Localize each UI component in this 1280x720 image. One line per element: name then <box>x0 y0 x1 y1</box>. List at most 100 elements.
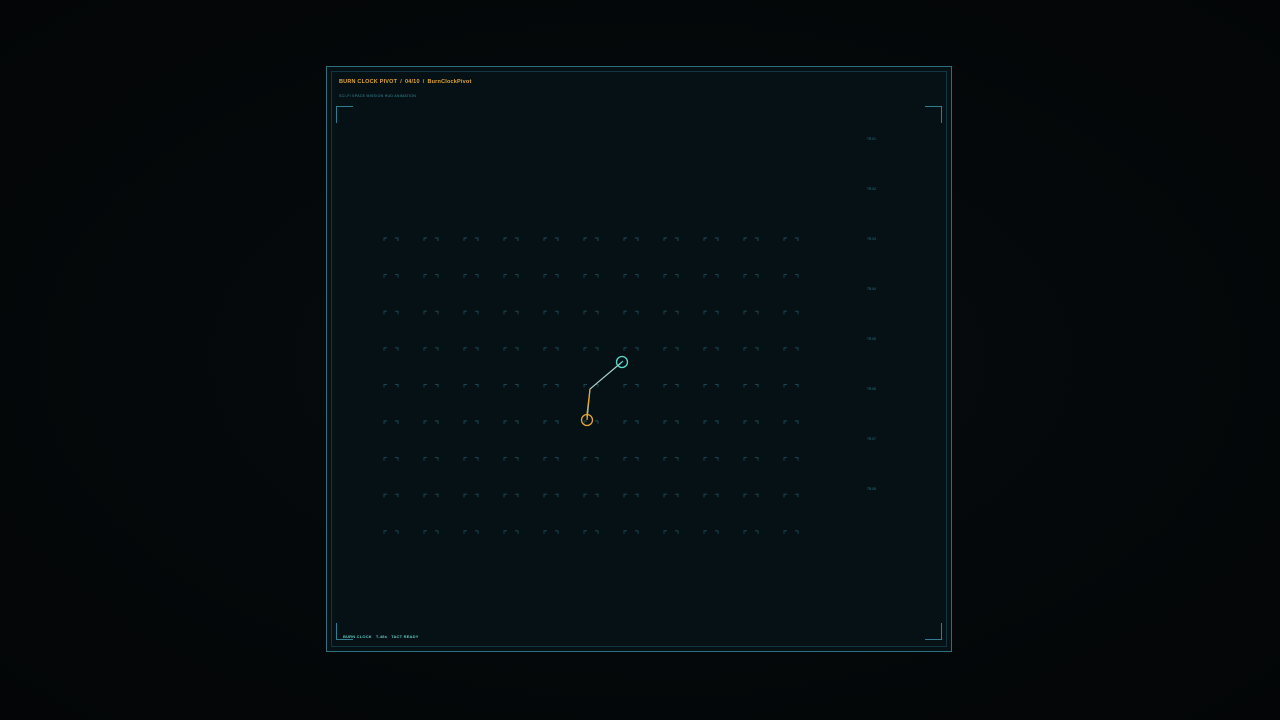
grid-marker <box>383 457 399 461</box>
grid-marker <box>623 274 639 278</box>
grid-marker <box>463 274 479 278</box>
grid-marker <box>423 530 439 534</box>
grid-marker <box>503 420 519 424</box>
grid-marker <box>383 310 399 315</box>
grid-marker <box>783 420 799 424</box>
grid-marker <box>583 274 599 278</box>
grid-marker <box>743 237 759 241</box>
grid-marker <box>423 274 439 278</box>
grid-marker <box>463 347 479 351</box>
hud-panel: BURN CLOCK PIVOT/04/10/BurnClockPivot SC… <box>326 66 952 652</box>
grid-marker <box>703 493 719 498</box>
grid-marker <box>663 310 679 315</box>
grid-marker <box>623 383 639 388</box>
grid-marker <box>663 493 679 498</box>
grid-marker <box>743 274 759 278</box>
grid-marker <box>543 530 559 534</box>
grid-marker <box>383 493 399 498</box>
grid-marker <box>703 457 719 461</box>
grid-marker <box>503 493 519 498</box>
grid-marker <box>703 237 719 241</box>
grid-marker <box>503 457 519 461</box>
pivot-arm <box>580 355 629 427</box>
grid-marker <box>503 310 519 315</box>
grid-marker <box>583 347 599 351</box>
grid-marker <box>503 383 519 388</box>
grid-marker <box>743 347 759 351</box>
grid-marker <box>783 347 799 351</box>
grid-marker <box>663 457 679 461</box>
grid-marker <box>503 530 519 534</box>
grid-marker <box>663 237 679 241</box>
grid-marker <box>783 493 799 498</box>
grid-marker <box>503 237 519 241</box>
grid-marker <box>463 310 479 315</box>
grid-marker <box>383 420 399 424</box>
status-label: BURN CLOCK <box>343 634 372 639</box>
grid-marker <box>503 274 519 278</box>
grid-marker <box>703 420 719 424</box>
grid-marker <box>663 347 679 351</box>
grid-marker <box>463 383 479 388</box>
grid-marker <box>783 383 799 388</box>
grid-marker <box>543 237 559 241</box>
grid-marker <box>703 530 719 534</box>
grid-marker <box>543 310 559 315</box>
grid-marker <box>543 493 559 498</box>
grid-marker <box>583 530 599 534</box>
grid-marker <box>623 420 639 424</box>
grid-marker <box>383 347 399 351</box>
grid-marker <box>783 274 799 278</box>
grid-marker <box>463 457 479 461</box>
grid-marker <box>463 530 479 534</box>
grid-marker <box>663 274 679 278</box>
grid-marker <box>583 237 599 241</box>
grid-marker <box>543 383 559 388</box>
grid-marker <box>743 530 759 534</box>
grid-marker <box>463 493 479 498</box>
grid-marker <box>423 310 439 315</box>
status-line: BURN CLOCK T-48s TACT READY <box>343 634 423 639</box>
grid-marker <box>623 457 639 461</box>
grid-marker <box>663 420 679 424</box>
grid-marker <box>623 530 639 534</box>
grid-marker <box>623 493 639 498</box>
grid-marker <box>463 420 479 424</box>
grid-marker <box>743 310 759 315</box>
grid-marker <box>383 530 399 534</box>
grid-marker <box>743 493 759 498</box>
grid-marker <box>583 457 599 461</box>
grid-marker <box>383 237 399 241</box>
grid-marker <box>543 347 559 351</box>
grid-marker <box>543 420 559 424</box>
status-state: TACT READY <box>391 634 419 639</box>
grid-marker <box>623 347 639 351</box>
pivot-arm-line <box>586 361 623 421</box>
grid-marker <box>383 274 399 278</box>
grid-marker <box>743 420 759 424</box>
grid-marker <box>383 383 399 388</box>
grid-marker <box>703 383 719 388</box>
grid-marker <box>503 347 519 351</box>
grid-marker <box>423 383 439 388</box>
status-timer: T-48s <box>375 634 388 639</box>
grid-marker <box>663 383 679 388</box>
grid-marker <box>783 457 799 461</box>
grid-marker <box>423 493 439 498</box>
grid-marker <box>703 310 719 315</box>
grid-marker <box>783 237 799 241</box>
grid-marker <box>423 420 439 424</box>
grid-marker <box>423 347 439 351</box>
grid-marker <box>423 457 439 461</box>
grid-marker <box>743 383 759 388</box>
grid-marker <box>583 310 599 315</box>
grid-marker <box>623 310 639 315</box>
grid-marker <box>783 530 799 534</box>
grid-marker <box>703 274 719 278</box>
grid-marker <box>543 457 559 461</box>
grid-marker <box>703 347 719 351</box>
grid-marker <box>583 383 599 388</box>
grid-overlay <box>383 237 799 534</box>
grid-marker <box>543 274 559 278</box>
grid-marker <box>463 237 479 241</box>
